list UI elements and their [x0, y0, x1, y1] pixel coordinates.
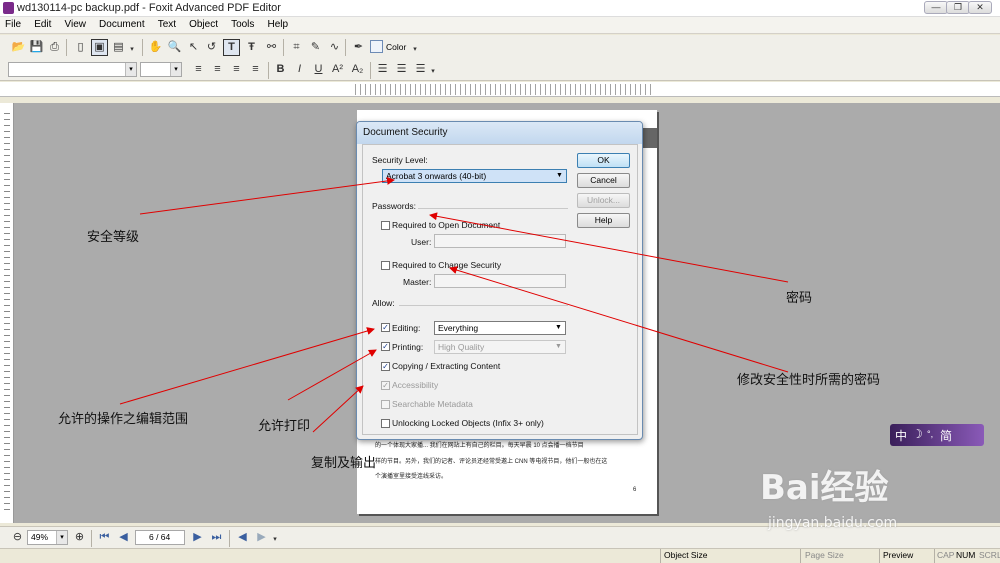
ime-simplified: 简 [940, 429, 953, 443]
arrow-security-level [139, 176, 395, 215]
watermark-brand: Bai经验 [760, 468, 889, 508]
zoom-value: 49% [31, 532, 49, 542]
status-separator [934, 549, 935, 563]
caps-lock-status: CAP [937, 550, 955, 560]
baidu-watermark: Bai经验 jingyan.baidu.com [760, 455, 995, 545]
first-page-icon[interactable]: ⏮ [96, 529, 113, 546]
nav-dropdown-icon[interactable]: ▾ [270, 531, 280, 548]
status-separator [660, 549, 661, 563]
toolbar-separator [229, 530, 230, 547]
num-lock-status: NUM [956, 550, 976, 560]
zoom-combo[interactable]: 49% ▾ [27, 530, 68, 545]
status-separator [800, 549, 801, 563]
annotation-security-level: 安全等级 [87, 230, 140, 245]
moon-icon: ☽ [912, 427, 923, 441]
zoom-in-icon[interactable]: ⊕ [71, 529, 88, 546]
arrow-change-security [449, 266, 789, 373]
status-bar: Object Size Page Size Preview CAP NUM SC… [0, 548, 1000, 563]
arrow-editing [119, 327, 375, 405]
page-number-field[interactable]: 6 / 64 [135, 530, 185, 545]
page-size-status: Page Size [805, 550, 844, 560]
preview-status: Preview [883, 550, 914, 560]
zoom-out-icon[interactable]: ⊖ [9, 529, 26, 546]
object-size-status: Object Size [664, 550, 708, 560]
next-page-icon[interactable]: ▶ [189, 529, 206, 546]
annotation-change-security-password: 修改安全性时所需的密码 [737, 373, 881, 388]
previous-page-icon[interactable]: ◀ [115, 529, 132, 546]
back-icon[interactable]: ◀ [234, 529, 251, 546]
ime-status-badge[interactable]: 中 ☽ °, 简 [890, 424, 984, 446]
watermark-url: jingyan.baidu.com [768, 515, 898, 531]
toolbar-separator [91, 530, 92, 547]
scroll-lock-status: SCRL [979, 550, 1000, 560]
arrow-password [429, 212, 789, 283]
annotation-allow-print: 允许打印 [258, 419, 311, 434]
forward-icon[interactable]: ▶ [253, 529, 270, 546]
ime-mode: 中 [895, 429, 908, 443]
page-indicator: 6 / 64 [149, 532, 171, 542]
annotation-allowed-editing: 允许的操作之编辑范围 [58, 412, 189, 427]
arrow-copying [312, 385, 364, 433]
annotation-copy-output: 复制及输出 [311, 456, 377, 471]
arrow-printing [287, 349, 377, 401]
punctuation-icon: °, [927, 429, 934, 439]
annotation-password: 密码 [786, 291, 813, 306]
last-page-icon[interactable]: ⏭ [208, 529, 225, 546]
status-separator [879, 549, 880, 563]
chevron-down-icon: ▾ [56, 531, 67, 544]
